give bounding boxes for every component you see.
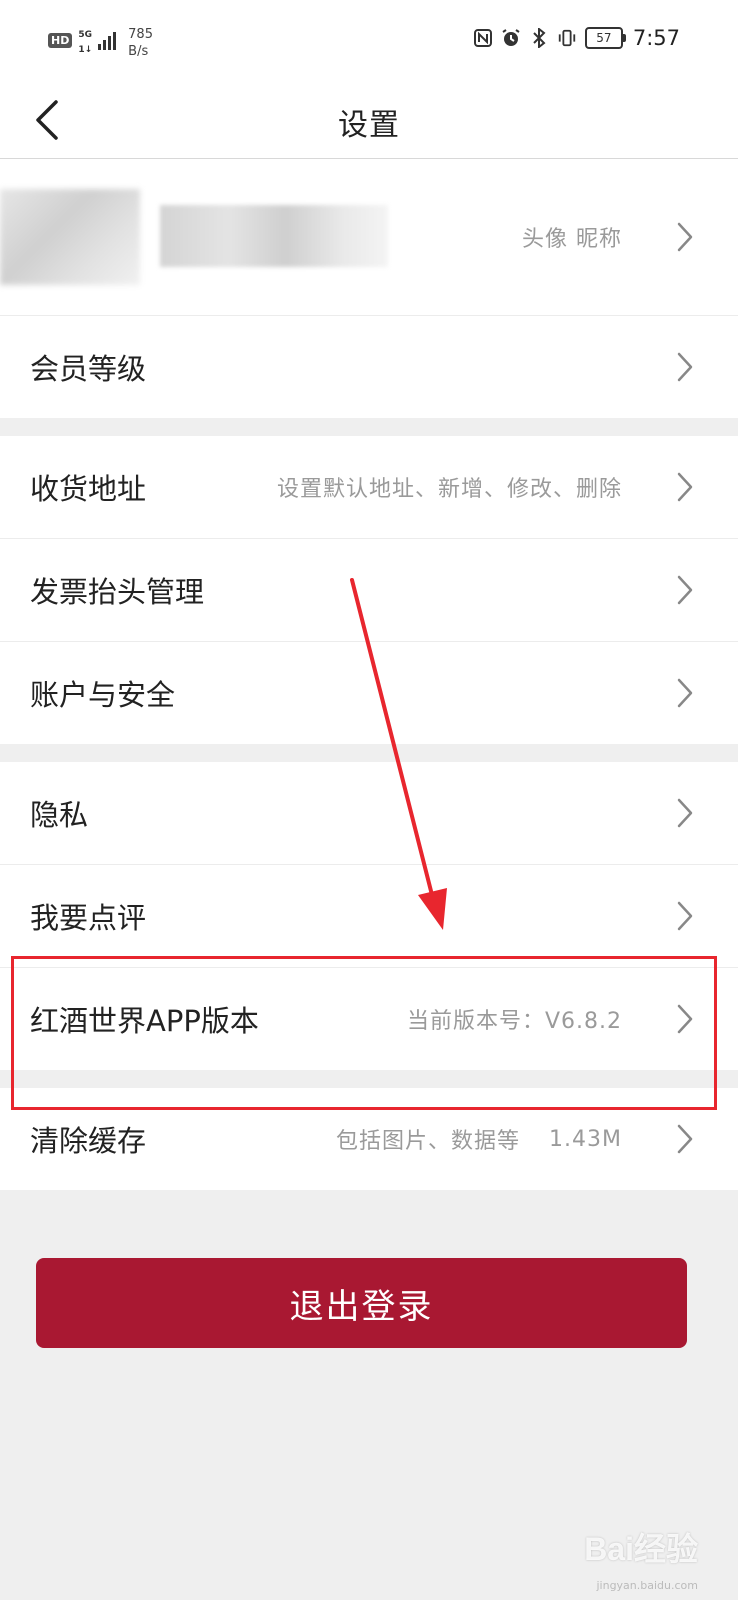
app-version-label: 红酒世界APP版本 xyxy=(30,1004,259,1038)
signal-icon xyxy=(98,30,117,50)
cache-size: 1.43M xyxy=(549,1126,622,1152)
battery-icon: 57 xyxy=(584,27,626,49)
network-sub: 1↓ xyxy=(78,45,93,55)
watermark-logo: Bai经验 xyxy=(584,1531,698,1567)
nfc-icon xyxy=(473,28,493,48)
clock: 7:57 xyxy=(632,26,680,50)
member-level-label: 会员等级 xyxy=(30,352,147,386)
status-left: HD 5G 1↓ 785 B/s xyxy=(48,26,153,60)
list-item-invoice[interactable]: 发票抬头管理 xyxy=(0,539,738,642)
app-version-hint: 当前版本号：V6.8.2 xyxy=(406,1009,622,1034)
chevron-right-icon xyxy=(677,472,693,502)
chevron-right-icon xyxy=(677,901,693,931)
chevron-right-icon xyxy=(677,1124,693,1154)
chevron-right-icon xyxy=(677,798,693,828)
chevron-right-icon xyxy=(677,575,693,605)
network-indicator: 5G 1↓ xyxy=(78,26,92,56)
list-item-account-security[interactable]: 账户与安全 xyxy=(0,642,738,744)
logout-button[interactable]: 退出登录 xyxy=(36,1258,687,1348)
review-label: 我要点评 xyxy=(30,901,147,935)
section-shopping: 收货地址 设置默认地址、新增、修改、删除 发票抬头管理 账户与安全 xyxy=(0,436,738,744)
address-label: 收货地址 xyxy=(30,472,147,506)
list-item-member-level[interactable]: 会员等级 xyxy=(0,316,738,418)
hd-badge: HD xyxy=(48,33,73,48)
privacy-label: 隐私 xyxy=(30,798,89,832)
list-item-privacy[interactable]: 隐私 xyxy=(0,762,738,865)
watermark-url: jingyan.baidu.com xyxy=(596,1579,698,1592)
clear-cache-label: 清除缓存 xyxy=(30,1124,147,1158)
section-general: 隐私 我要点评 红酒世界APP版本 当前版本号：V6.8.2 xyxy=(0,762,738,1070)
account-security-label: 账户与安全 xyxy=(30,678,176,712)
page-title: 设置 xyxy=(338,108,400,143)
net-speed-unit: B/s xyxy=(128,44,149,59)
section-cache: 清除缓存 包括图片、数据等 1.43M xyxy=(0,1088,738,1190)
nav-bar: 设置 xyxy=(0,82,738,159)
chevron-right-icon xyxy=(677,1004,693,1034)
list-item-address[interactable]: 收货地址 设置默认地址、新增、修改、删除 xyxy=(0,436,738,539)
status-bar: HD 5G 1↓ 785 B/s 57 7:57 xyxy=(0,0,738,82)
avatar xyxy=(0,189,140,285)
list-item-app-version[interactable]: 红酒世界APP版本 当前版本号：V6.8.2 xyxy=(0,968,738,1070)
net-speed-value: 785 xyxy=(128,27,153,42)
status-right: 57 7:57 xyxy=(473,26,680,50)
list-item-review[interactable]: 我要点评 xyxy=(0,865,738,968)
invoice-label: 发票抬头管理 xyxy=(30,575,205,609)
alarm-icon xyxy=(501,28,521,48)
profile-hint: 头像 昵称 xyxy=(522,227,622,252)
clear-cache-hint: 包括图片、数据等 xyxy=(335,1129,520,1154)
chevron-right-icon xyxy=(677,222,693,252)
bluetooth-icon xyxy=(529,28,549,48)
vibrate-icon xyxy=(557,28,577,48)
chevron-right-icon xyxy=(677,678,693,708)
nickname-blurred xyxy=(160,205,388,267)
chevron-right-icon xyxy=(677,352,693,382)
list-item-clear-cache[interactable]: 清除缓存 包括图片、数据等 1.43M xyxy=(0,1088,738,1190)
network-type: 5G xyxy=(78,30,92,40)
profile-row[interactable]: 头像 昵称 xyxy=(0,159,738,316)
section-account: 头像 昵称 会员等级 xyxy=(0,159,738,418)
address-hint: 设置默认地址、新增、修改、删除 xyxy=(276,477,622,502)
net-speed: 785 B/s xyxy=(128,26,153,60)
